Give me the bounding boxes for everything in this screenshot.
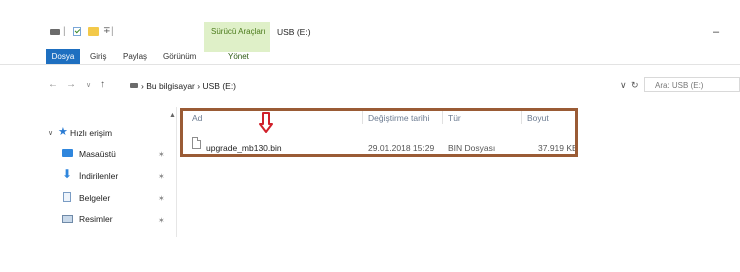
documents-icon: [63, 192, 71, 202]
breadcrumb-separator: ›: [141, 81, 144, 91]
sidebar-divider: [176, 107, 177, 237]
breadcrumb-separator: ›: [197, 81, 201, 91]
minimize-button[interactable]: –: [713, 26, 719, 38]
context-tab-label[interactable]: Sürücü Araçları: [211, 27, 266, 36]
new-folder-icon[interactable]: [88, 27, 99, 36]
drive-icon[interactable]: [50, 29, 60, 35]
sidebar-item-desktop[interactable]: Masaüstü: [79, 149, 116, 159]
sidebar-item-downloads[interactable]: İndirilenler: [79, 171, 118, 181]
sidebar-item-pictures[interactable]: Resimler: [79, 214, 113, 224]
pin-icon[interactable]: ✶: [158, 150, 165, 159]
search-placeholder: Ara: USB (E:): [655, 81, 704, 90]
up-button[interactable]: ↑: [100, 79, 105, 90]
breadcrumb: › Bu bilgisayar › USB (E:): [141, 81, 236, 91]
tab-share[interactable]: Paylaş: [123, 52, 147, 61]
refresh-icon[interactable]: ↻: [631, 80, 639, 91]
quick-access-separator: |: [63, 26, 66, 37]
quick-access-separator-2: |: [111, 26, 114, 37]
tab-view[interactable]: Görünüm: [163, 52, 196, 61]
scroll-up-icon[interactable]: ▲: [169, 112, 176, 119]
desktop-icon: [62, 149, 73, 157]
window-title: USB (E:): [277, 27, 311, 37]
ribbon-divider: [0, 64, 740, 65]
recent-locations-dropdown[interactable]: ∨: [86, 81, 91, 89]
pin-icon[interactable]: ✶: [158, 216, 165, 225]
pin-icon[interactable]: ✶: [158, 194, 165, 203]
back-button[interactable]: ←: [48, 79, 58, 90]
quick-access-star-icon: ★: [58, 126, 68, 138]
pin-icon[interactable]: ✶: [158, 172, 165, 181]
breadcrumb-this-pc[interactable]: Bu bilgisayar: [146, 81, 195, 91]
download-icon: ⬇: [62, 167, 73, 181]
annotation-arrow-icon: [259, 112, 273, 133]
pictures-icon: [62, 215, 73, 223]
sidebar-item-documents[interactable]: Belgeler: [79, 193, 110, 203]
tab-manage[interactable]: Yönet: [228, 52, 249, 61]
tab-file[interactable]: Dosya: [46, 49, 80, 64]
quick-access-expand-icon[interactable]: ∨: [48, 129, 53, 137]
sidebar-quick-access[interactable]: Hızlı erişim: [70, 128, 112, 138]
breadcrumb-drive[interactable]: USB (E:): [202, 81, 236, 91]
properties-check-icon[interactable]: [73, 27, 81, 36]
highlight-box: [180, 108, 578, 157]
address-dropdown-icon[interactable]: ∨: [620, 80, 627, 91]
quick-access-dropdown-icon[interactable]: ∓: [103, 25, 111, 36]
tab-home[interactable]: Giriş: [90, 52, 106, 61]
forward-button[interactable]: →: [66, 79, 76, 90]
address-drive-icon: [130, 83, 138, 88]
